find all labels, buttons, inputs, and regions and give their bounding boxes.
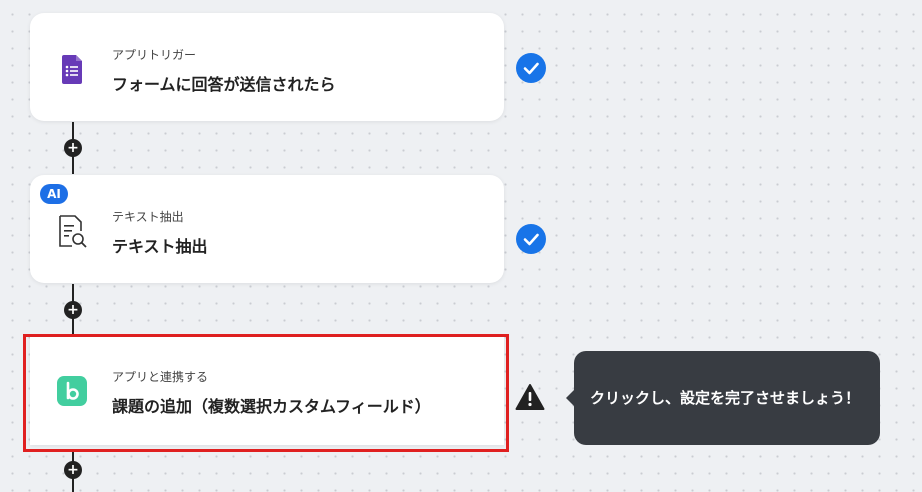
check-icon bbox=[516, 224, 546, 254]
flow-step-card-backlog[interactable]: アプリと連携する 課題の追加（複数選択カスタムフィールド） bbox=[30, 337, 504, 445]
flow-step-card-trigger[interactable]: アプリトリガー フォームに回答が送信されたら bbox=[30, 13, 504, 121]
check-icon bbox=[516, 53, 546, 83]
step-subtitle: アプリトリガー bbox=[112, 48, 197, 62]
step-subtitle: アプリと連携する bbox=[112, 370, 209, 384]
backlog-app-icon bbox=[54, 373, 90, 409]
step-title: フォームに回答が送信されたら bbox=[112, 75, 336, 94]
step-subtitle: テキスト抽出 bbox=[112, 210, 184, 224]
step-title: テキスト抽出 bbox=[112, 237, 208, 256]
document-search-icon bbox=[54, 213, 90, 249]
ai-badge: AI bbox=[40, 184, 68, 204]
setup-hint-tooltip: クリックし、設定を完了させましょう！ bbox=[566, 351, 880, 445]
warning-icon bbox=[515, 383, 545, 411]
step-title: 課題の追加（複数選択カスタムフィールド） bbox=[112, 397, 431, 416]
tooltip-text: クリックし、設定を完了させましょう！ bbox=[590, 389, 861, 407]
add-step-button[interactable]: + bbox=[64, 139, 82, 157]
add-step-button[interactable]: + bbox=[64, 461, 82, 479]
flow-step-card-text-extract[interactable]: テキスト抽出 テキスト抽出 bbox=[30, 175, 504, 283]
add-step-button[interactable]: + bbox=[64, 301, 82, 319]
google-forms-icon bbox=[54, 51, 90, 87]
